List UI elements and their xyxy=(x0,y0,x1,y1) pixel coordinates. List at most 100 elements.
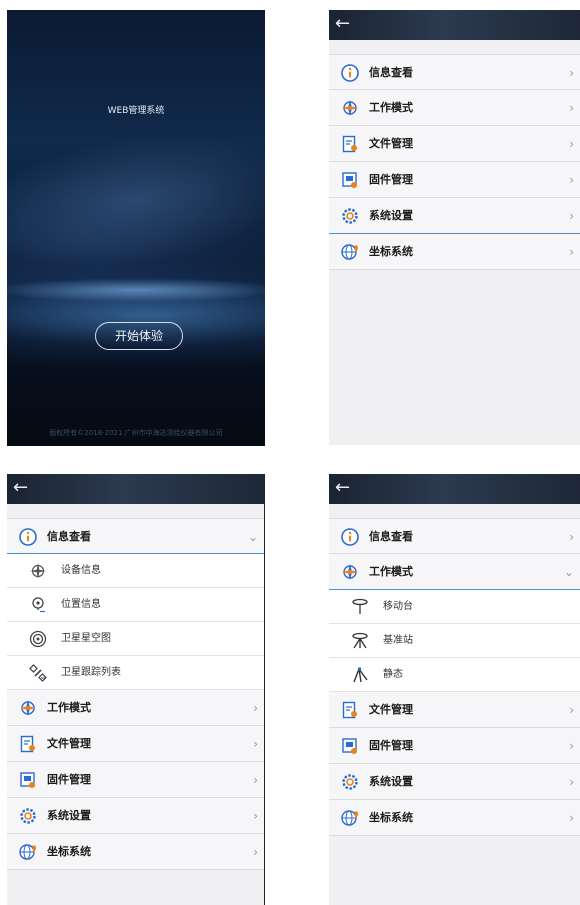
menu-item-coordinate[interactable]: 坐标系统 › xyxy=(7,834,264,870)
menu-item-file[interactable]: 文件管理 › xyxy=(7,726,264,762)
system-title: WEB管理系统 xyxy=(107,106,165,116)
chevron-right-icon: › xyxy=(569,739,574,753)
start-button[interactable]: 开始体验 xyxy=(95,322,183,350)
menu-item-label: 文件管理 xyxy=(47,737,91,750)
menu-item-info[interactable]: 信息查看 › xyxy=(329,518,580,554)
menu-item-firmware[interactable]: 固件管理 › xyxy=(329,162,580,198)
menu-item-label: 信息查看 xyxy=(369,530,413,543)
menu-item-work-mode[interactable]: 工作模式 ⌄ xyxy=(329,554,580,590)
menu-item-coordinate[interactable]: 坐标系统 › xyxy=(329,800,580,836)
menu-item-firmware[interactable]: 固件管理 › xyxy=(329,728,580,764)
chevron-right-icon: › xyxy=(569,137,574,151)
submenu-item-label: 静态 xyxy=(383,669,403,680)
chevron-right-icon: › xyxy=(253,701,258,715)
firmware-icon xyxy=(341,737,359,755)
submenu-item-skyplot[interactable]: 卫星星空图 xyxy=(7,622,264,656)
menu-item-label: 工作模式 xyxy=(47,701,91,714)
base-station-icon xyxy=(351,632,369,650)
globe-icon xyxy=(341,243,359,261)
back-arrow-icon[interactable]: ← xyxy=(13,476,28,500)
settings-icon xyxy=(341,773,359,791)
settings-icon xyxy=(19,807,37,825)
chevron-right-icon: › xyxy=(569,173,574,187)
chevron-right-icon: › xyxy=(569,66,574,80)
submenu-item-location-info[interactable]: 位置信息 xyxy=(7,588,264,622)
compass-icon xyxy=(341,99,359,117)
info-expanded-panel: ← 信息查看 ⌄ 设备信息 位置信息 卫星星空图 卫星跟踪列表 工作模式 › 文… xyxy=(7,474,265,905)
work-mode-expanded-panel: ← 信息查看 › 工作模式 ⌄ 移动台 基准站 静态 文件管理 › 固件管理 ›… xyxy=(329,474,580,905)
compass-icon xyxy=(19,699,37,717)
copyright-text: 版权所有©2018-2021 广州市中海达测绘仪器有限公司 xyxy=(49,429,223,437)
back-arrow-icon[interactable]: ← xyxy=(335,476,350,500)
submenu-item-base-station[interactable]: 基准站 xyxy=(329,624,580,658)
submenu-item-label: 位置信息 xyxy=(61,599,101,610)
globe-icon xyxy=(19,843,37,861)
rover-icon xyxy=(351,598,369,616)
menu-item-file[interactable]: 文件管理 › xyxy=(329,692,580,728)
chevron-right-icon: › xyxy=(253,737,258,751)
menu-item-label: 工作模式 xyxy=(369,565,413,578)
chevron-right-icon: › xyxy=(569,811,574,825)
splash-screen: WEB管理系统 开始体验 版权所有©2018-2021 广州市中海达测绘仪器有限… xyxy=(7,10,265,446)
menu-item-info[interactable]: 信息查看 ⌄ xyxy=(7,518,264,554)
info-icon xyxy=(19,528,37,546)
submenu-item-label: 卫星跟踪列表 xyxy=(61,667,121,678)
submenu-item-label: 卫星星空图 xyxy=(61,633,111,644)
menu-item-coordinate[interactable]: 坐标系统 › xyxy=(329,234,580,270)
menu-item-firmware[interactable]: 固件管理 › xyxy=(7,762,264,798)
static-icon xyxy=(351,666,369,684)
menu-item-label: 系统设置 xyxy=(369,775,413,788)
menu-item-label: 坐标系统 xyxy=(369,811,413,824)
back-arrow-icon[interactable]: ← xyxy=(335,12,350,36)
chevron-right-icon: › xyxy=(253,809,258,823)
menu-item-label: 系统设置 xyxy=(47,809,91,822)
menu-item-work-mode[interactable]: 工作模式 › xyxy=(329,90,580,126)
menu-item-label: 工作模式 xyxy=(369,101,413,114)
device-icon xyxy=(29,562,47,580)
location-icon xyxy=(29,596,47,614)
menu-item-label: 文件管理 xyxy=(369,137,413,150)
submenu-item-device-info[interactable]: 设备信息 xyxy=(7,554,264,588)
chevron-right-icon: › xyxy=(569,209,574,223)
submenu-item-label: 移动台 xyxy=(383,601,413,612)
chevron-down-icon: ⌄ xyxy=(563,565,574,579)
menu-item-label: 坐标系统 xyxy=(47,845,91,858)
submenu-item-label: 设备信息 xyxy=(61,565,101,576)
menu-item-file[interactable]: 文件管理 › xyxy=(329,126,580,162)
file-icon xyxy=(19,735,37,753)
main-menu-panel: ← 信息查看 › 工作模式 › 文件管理 › 固件管理 › 系统设置 › 坐标系… xyxy=(329,10,580,445)
menu-item-work-mode[interactable]: 工作模式 › xyxy=(7,690,264,726)
menu-item-settings[interactable]: 系统设置 › xyxy=(7,798,264,834)
menu-item-label: 信息查看 xyxy=(369,66,413,79)
chevron-right-icon: › xyxy=(569,703,574,717)
menu-item-settings[interactable]: 系统设置 › xyxy=(329,198,580,234)
top-bar: ← xyxy=(329,474,580,504)
menu-item-label: 信息查看 xyxy=(47,530,91,543)
chevron-right-icon: › xyxy=(569,530,574,544)
chevron-down-icon: ⌄ xyxy=(247,530,258,544)
file-icon xyxy=(341,701,359,719)
earth-haze xyxy=(7,107,265,293)
menu-item-label: 固件管理 xyxy=(369,739,413,752)
firmware-icon xyxy=(19,771,37,789)
compass-icon xyxy=(341,563,359,581)
menu-item-label: 坐标系统 xyxy=(369,245,413,258)
settings-icon xyxy=(341,207,359,225)
info-icon xyxy=(341,528,359,546)
skyplot-icon xyxy=(29,630,47,648)
chevron-right-icon: › xyxy=(569,775,574,789)
menu-item-label: 文件管理 xyxy=(369,703,413,716)
chevron-right-icon: › xyxy=(569,101,574,115)
horizon-glow xyxy=(7,278,265,302)
menu-item-label: 固件管理 xyxy=(47,773,91,786)
info-icon xyxy=(341,64,359,82)
globe-icon xyxy=(341,809,359,827)
submenu-item-satellite-list[interactable]: 卫星跟踪列表 xyxy=(7,656,264,690)
submenu-item-rover[interactable]: 移动台 xyxy=(329,590,580,624)
menu-item-settings[interactable]: 系统设置 › xyxy=(329,764,580,800)
satellite-icon xyxy=(29,664,47,682)
firmware-icon xyxy=(341,171,359,189)
menu-item-info[interactable]: 信息查看 › xyxy=(329,54,580,90)
menu-item-label: 固件管理 xyxy=(369,173,413,186)
submenu-item-static[interactable]: 静态 xyxy=(329,658,580,692)
